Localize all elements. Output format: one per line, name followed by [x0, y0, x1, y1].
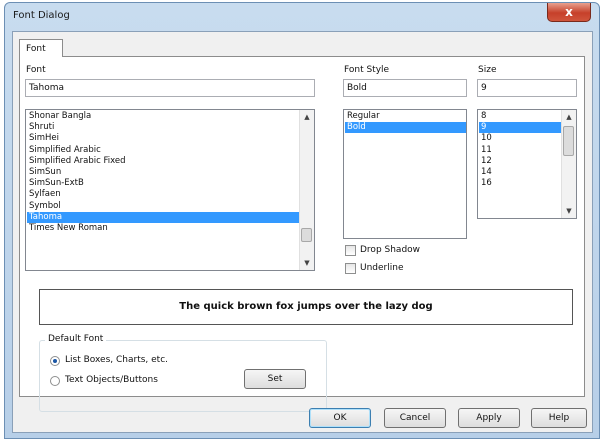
- font-list-item[interactable]: Shonar Bangla: [27, 111, 299, 122]
- font-tab-page: Font Tahoma Shonar Bangla Shruti SimHei Sim…: [19, 56, 585, 412]
- scroll-down-arrow-icon[interactable]: ▼: [300, 256, 314, 270]
- font-list-item[interactable]: Sylfaen: [27, 189, 299, 200]
- size-label: Size: [478, 65, 497, 75]
- font-list-item[interactable]: Simplified Arabic Fixed: [27, 156, 299, 167]
- window-title: Font Dialog: [13, 10, 70, 21]
- font-style-input[interactable]: Bold: [343, 79, 467, 97]
- list-boxes-radio[interactable]: [50, 356, 60, 366]
- cancel-button[interactable]: Cancel: [384, 408, 446, 428]
- font-style-label: Font Style: [344, 65, 390, 75]
- font-name-list[interactable]: Shonar Bangla Shruti SimHei Simplified Arab…: [25, 109, 315, 271]
- text-objects-radio[interactable]: [50, 376, 60, 386]
- font-list-scrollbar[interactable]: ▲ ▼: [299, 110, 314, 270]
- size-list-item[interactable]: 11: [479, 145, 561, 156]
- underline-checkbox[interactable]: [345, 263, 356, 274]
- scroll-down-arrow-icon[interactable]: ▼: [562, 204, 576, 218]
- scroll-up-arrow-icon[interactable]: ▲: [562, 110, 576, 124]
- font-list-item[interactable]: Simplified Arabic: [27, 145, 299, 156]
- default-font-group-title: Default Font: [45, 334, 107, 344]
- font-style-list[interactable]: Regular Bold: [343, 109, 467, 239]
- size-list-item[interactable]: 9: [479, 122, 561, 134]
- font-list-scroll-thumb[interactable]: [301, 228, 312, 242]
- ok-button[interactable]: OK: [309, 408, 371, 428]
- font-name-input[interactable]: Tahoma: [25, 79, 315, 97]
- apply-button[interactable]: Apply: [458, 408, 520, 428]
- size-list-scrollbar[interactable]: ▲ ▼: [561, 110, 576, 218]
- font-list-item[interactable]: SimSun-ExtB: [27, 178, 299, 189]
- set-button[interactable]: Set: [244, 369, 306, 389]
- size-list-item[interactable]: 16: [479, 178, 561, 189]
- style-list-item[interactable]: Regular: [345, 111, 466, 122]
- drop-shadow-checkbox[interactable]: [345, 245, 356, 256]
- close-button[interactable]: x: [547, 3, 591, 22]
- scroll-up-arrow-icon[interactable]: ▲: [300, 110, 314, 124]
- font-dialog-window: Font Dialog x Font Font Tahoma Shonar Ba…: [4, 2, 600, 439]
- size-list-scroll-thumb[interactable]: [563, 126, 574, 156]
- style-list-item[interactable]: Bold: [345, 122, 466, 134]
- font-size-input[interactable]: 9: [477, 79, 577, 97]
- font-label: Font: [26, 65, 46, 75]
- font-list-item[interactable]: Shruti: [27, 122, 299, 133]
- title-bar[interactable]: Font Dialog x: [5, 3, 599, 29]
- font-list-item[interactable]: Tahoma: [27, 211, 299, 223]
- size-list-item[interactable]: 14: [479, 167, 561, 178]
- font-list-item[interactable]: Symbol: [27, 201, 299, 212]
- help-button[interactable]: Help: [531, 408, 587, 428]
- drop-shadow-label: Drop Shadow: [360, 245, 421, 255]
- list-boxes-radio-label: List Boxes, Charts, etc.: [65, 355, 169, 365]
- underline-label: Underline: [360, 263, 404, 273]
- size-list-item[interactable]: 8: [479, 111, 561, 122]
- size-list-item[interactable]: 10: [479, 133, 561, 144]
- dialog-body: Font Font Tahoma Shonar Bangla Shruti SimH…: [12, 31, 593, 433]
- font-preview: The quick brown fox jumps over the lazy …: [39, 289, 573, 325]
- font-list-item[interactable]: SimSun: [27, 167, 299, 178]
- size-list-item[interactable]: 12: [479, 156, 561, 167]
- tab-font[interactable]: Font: [19, 39, 63, 57]
- font-list-item[interactable]: SimHei: [27, 133, 299, 144]
- font-list-item[interactable]: Times New Roman: [27, 223, 299, 234]
- text-objects-radio-label: Text Objects/Buttons: [65, 375, 158, 385]
- font-size-list[interactable]: 8 9 10 11 12 14 16 ▲ ▼: [477, 109, 577, 219]
